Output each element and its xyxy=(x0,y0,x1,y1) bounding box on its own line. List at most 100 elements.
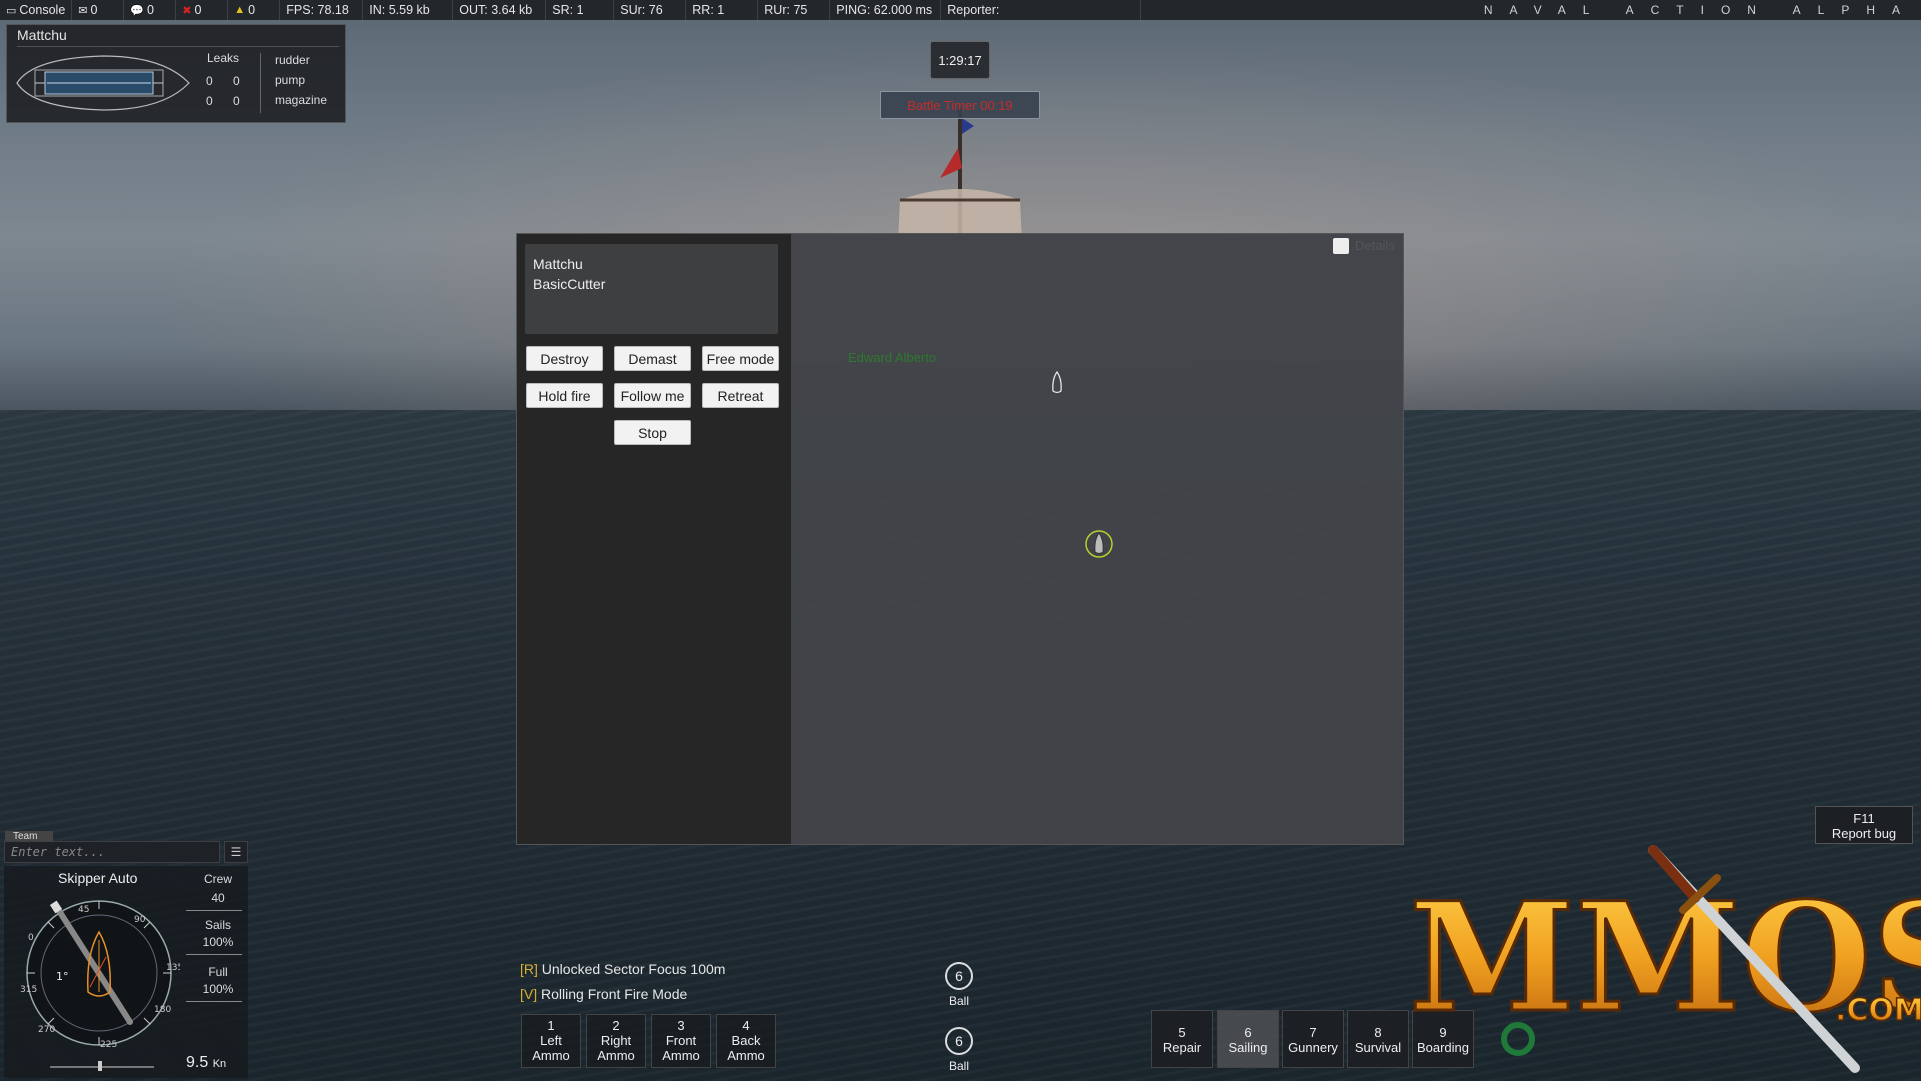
repair-slot[interactable]: 5 Repair xyxy=(1151,1010,1213,1068)
report-bug-button[interactable]: F11 Report bug xyxy=(1815,806,1913,844)
messages-counter[interactable]: ✉ 0 xyxy=(72,0,125,20)
slot-number: 4 xyxy=(742,1018,750,1033)
reporter-field[interactable]: Reporter: xyxy=(941,0,1142,20)
free-mode-button[interactable]: Free mode xyxy=(702,346,779,371)
crew-value: 40 xyxy=(211,891,225,905)
details-label: Details xyxy=(1355,238,1395,253)
front-ammo-slot[interactable]: 3 Front Ammo xyxy=(651,1014,711,1068)
slot-number: 7 xyxy=(1309,1025,1317,1040)
fleet-command-dialog: Mattchu BasicCutter Destroy Demast Free … xyxy=(516,233,1404,845)
speed-readout: 9.5 Kn xyxy=(186,1054,226,1072)
pump-label: pump xyxy=(275,73,306,87)
console-icon: ▭ xyxy=(6,4,17,17)
slot-label: Gunnery xyxy=(1288,1040,1338,1055)
retreat-button[interactable]: Retreat xyxy=(702,383,779,408)
slot-number: 3 xyxy=(677,1018,685,1033)
slot-number: 6 xyxy=(1244,1025,1252,1040)
sails-label: Sails xyxy=(204,918,231,932)
gunnery-slot[interactable]: 7 Gunnery xyxy=(1282,1010,1344,1068)
details-checkbox[interactable] xyxy=(1333,238,1349,254)
notification-key: [R] xyxy=(520,961,538,977)
enemy-ship-marker-icon[interactable] xyxy=(1051,371,1063,395)
ship-damage-panel: Mattchu Leaks 0 0 0 0 rudder pump magazi… xyxy=(6,24,346,123)
right-ammo-slot[interactable]: 2 Right Ammo xyxy=(586,1014,646,1068)
stat-divider xyxy=(186,910,242,911)
compass-tick-label: 270 xyxy=(38,1025,55,1035)
compass-tick-label: 135 xyxy=(166,963,180,973)
console-button[interactable]: ▭ Console xyxy=(0,0,73,20)
stat-divider xyxy=(186,954,242,955)
crew-label: Crew xyxy=(203,872,232,886)
left-ammo-slot[interactable]: 1 Left Ammo xyxy=(521,1014,581,1068)
chat-bubble-icon: 💬 xyxy=(130,4,144,17)
debug-top-bar: ▭ Console ✉ 0 💬 0 ✖ 0 ▲ 0 FPS: 78.18 IN:… xyxy=(0,0,1921,20)
rur-readout: RUr: 75 xyxy=(758,0,831,20)
slot-number: 1 xyxy=(547,1018,555,1033)
player-ship-marker-icon[interactable] xyxy=(1083,528,1115,560)
chat-counter[interactable]: 💬 0 xyxy=(124,0,177,20)
slot-label: Sailing xyxy=(1228,1040,1268,1055)
ball-label: Ball xyxy=(948,994,969,1008)
ball-count-indicator: 6 xyxy=(945,962,973,990)
notification-text: Unlocked Sector Focus 100m xyxy=(541,961,726,977)
leak-value: 0 xyxy=(206,74,213,88)
list-icon[interactable]: ☰ xyxy=(224,841,248,863)
leaks-label: Leaks xyxy=(207,51,240,65)
warnings-counter[interactable]: ▲ 0 xyxy=(228,0,281,20)
sail-slider-handle[interactable] xyxy=(98,1061,102,1071)
enemy-ship-sails xyxy=(898,108,1022,243)
net-out-readout: OUT: 3.64 kb xyxy=(453,0,547,20)
watermark-suffix: .COM xyxy=(1835,993,1921,1028)
full-label: Full xyxy=(208,965,228,979)
sur-readout: SUr: 76 xyxy=(614,0,687,20)
slot-label: Repair xyxy=(1162,1040,1202,1055)
battle-timer: Battle Timer 00:19 xyxy=(880,91,1040,119)
panel-separator xyxy=(260,53,261,113)
compass-tick-label: 180 xyxy=(154,1005,171,1015)
compass-tick-label: 0 xyxy=(28,933,34,943)
slot-label: Ammo xyxy=(727,1048,765,1063)
errors-counter[interactable]: ✖ 0 xyxy=(176,0,229,20)
ping-readout: PING: 62.000 ms xyxy=(830,0,942,20)
speed-value: 9.5 xyxy=(186,1054,209,1071)
follow-me-button[interactable]: Follow me xyxy=(614,383,691,408)
ball-label: Ball xyxy=(948,1059,969,1073)
demast-button[interactable]: Demast xyxy=(614,346,691,371)
stop-button[interactable]: Stop xyxy=(614,420,691,445)
command-panel: Mattchu BasicCutter Destroy Demast Free … xyxy=(517,234,791,844)
chat-input[interactable]: Enter text... xyxy=(4,841,220,863)
error-icon: ✖ xyxy=(182,4,192,17)
skipper-mode[interactable]: Skipper Auto xyxy=(58,870,137,886)
magazine-label: magazine xyxy=(275,93,328,107)
enemy-name-label: Edward Alberto xyxy=(848,350,937,365)
sailing-slot[interactable]: 6 Sailing xyxy=(1217,1010,1279,1068)
leak-value: 0 xyxy=(233,94,240,108)
notification-sector-focus: [R] Unlocked Sector Focus 100m xyxy=(520,961,725,977)
compass-tick-label: 45 xyxy=(78,905,89,915)
ball-count-indicator: 6 xyxy=(945,1027,973,1055)
hold-fire-button[interactable]: Hold fire xyxy=(526,383,603,408)
notification-fire-mode: [V] Rolling Front Fire Mode xyxy=(520,986,687,1002)
slot-label: Front xyxy=(665,1033,697,1048)
notification-key: [V] xyxy=(520,986,538,1002)
stat-divider xyxy=(186,1001,242,1002)
compass-icon: 45 90 135 180 225 270 315 0 1° xyxy=(20,900,180,1050)
slot-label: Ammo xyxy=(597,1048,635,1063)
sail-slider-track[interactable] xyxy=(50,1066,154,1068)
slot-label: Left xyxy=(540,1033,562,1048)
panel-divider xyxy=(17,46,339,47)
full-value: 100% xyxy=(202,982,234,996)
warning-icon: ▲ xyxy=(234,4,246,16)
rudder-label: rudder xyxy=(275,53,310,67)
destroy-button[interactable]: Destroy xyxy=(526,346,603,371)
rr-readout: RR: 1 xyxy=(686,0,759,20)
ship-status-panel: Skipper Auto 45 90 135 180 225 270 315 0… xyxy=(4,866,248,1078)
leak-value: 0 xyxy=(233,74,240,88)
notification-text: Rolling Front Fire Mode xyxy=(541,986,688,1002)
back-ammo-slot[interactable]: 4 Back Ammo xyxy=(716,1014,776,1068)
net-in-readout: IN: 5.59 kb xyxy=(363,0,454,20)
match-clock: 1:29:17 xyxy=(930,41,990,79)
mmos-watermark-logo: MMOS .COM xyxy=(1408,845,1921,1073)
slot-label: Ammo xyxy=(662,1048,700,1063)
mail-icon: ✉ xyxy=(78,4,88,17)
